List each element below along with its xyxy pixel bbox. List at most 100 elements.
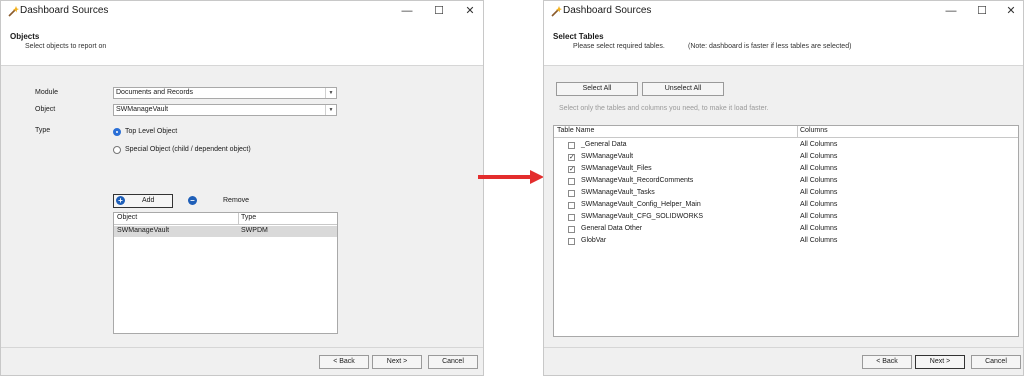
columns-cell: All Columns: [800, 201, 838, 208]
wizard-wand-icon: [8, 6, 19, 17]
window-title: Dashboard Sources: [563, 5, 652, 16]
row-checkbox[interactable]: [568, 226, 575, 233]
object-select[interactable]: SWManageVault ▼: [113, 104, 337, 116]
minus-icon[interactable]: –: [188, 196, 197, 205]
column-header-table-name[interactable]: Table Name: [557, 127, 594, 134]
next-button[interactable]: Next >: [372, 355, 422, 369]
table-row[interactable]: SWManageVault_CFG_SOLIDWORKS All Columns: [554, 212, 1018, 223]
row-checkbox-checked[interactable]: ✓: [568, 154, 575, 161]
page-title: Objects: [10, 32, 40, 41]
column-header-object[interactable]: Object: [117, 214, 137, 221]
tables-grid[interactable]: Table Name Columns _General Data All Col…: [553, 125, 1019, 337]
columns-cell: All Columns: [800, 153, 838, 160]
chevron-down-icon[interactable]: ▼: [325, 105, 336, 115]
table-row[interactable]: ✓ SWManageVault All Columns: [554, 152, 1018, 163]
page-title: Select Tables: [553, 32, 604, 41]
page-note: (Note: dashboard is faster if less table…: [688, 43, 852, 50]
columns-cell: All Columns: [800, 225, 838, 232]
table-row[interactable]: _General Data All Columns: [554, 140, 1018, 151]
table-row[interactable]: ✓ SWManageVault_Files All Columns: [554, 164, 1018, 175]
unselect-all-button[interactable]: Unselect All: [642, 82, 724, 96]
object-label: Object: [35, 106, 56, 113]
arrow-right-icon: [478, 170, 544, 184]
row-checkbox[interactable]: [568, 142, 575, 149]
add-button-label: Add: [142, 197, 155, 204]
wizard-header: Select Tables Please select required tab…: [544, 21, 1023, 66]
remove-button[interactable]: Remove: [223, 197, 249, 204]
columns-cell: All Columns: [800, 189, 838, 196]
page-subtitle: Please select required tables.: [573, 43, 665, 50]
cancel-button[interactable]: Cancel: [428, 355, 478, 369]
columns-cell: All Columns: [800, 213, 838, 220]
row-checkbox[interactable]: [568, 214, 575, 221]
column-divider: [238, 213, 239, 224]
grid-header: Table Name Columns: [554, 126, 1018, 138]
chevron-down-icon[interactable]: ▼: [325, 88, 336, 98]
dashboard-sources-window-objects: Dashboard Sources — ☐ ✕ Objects Select o…: [0, 0, 484, 376]
columns-cell: All Columns: [800, 165, 838, 172]
objects-grid[interactable]: Object Type SWManageVault SWPDM: [113, 212, 338, 334]
page-subtitle: Select objects to report on: [25, 43, 107, 50]
back-button[interactable]: < Back: [862, 355, 912, 369]
back-button[interactable]: < Back: [319, 355, 369, 369]
table-name-cell: SWManageVault_Files: [581, 165, 652, 172]
table-name-cell: SWManageVault_RecordComments: [581, 177, 694, 184]
object-value: SWManageVault: [116, 106, 169, 113]
column-header-type[interactable]: Type: [241, 214, 256, 221]
radio-top-level[interactable]: [113, 128, 121, 136]
object-cell: SWManageVault: [117, 227, 170, 234]
cancel-button[interactable]: Cancel: [971, 355, 1021, 369]
table-name-cell: SWManageVault: [581, 153, 634, 160]
title-bar: Dashboard Sources — ☐ ✕: [544, 1, 1023, 21]
grid-header: Object Type: [114, 213, 337, 225]
dashboard-sources-window-tables: Dashboard Sources — ☐ ✕ Select Tables Pl…: [543, 0, 1024, 376]
maximize-button[interactable]: ☐: [974, 3, 990, 19]
type-label: Type: [35, 127, 51, 134]
table-row[interactable]: General Data Other All Columns: [554, 224, 1018, 235]
table-row[interactable]: SWManageVault_Tasks All Columns: [554, 188, 1018, 199]
table-name-cell: General Data Other: [581, 225, 643, 232]
radio-special-object[interactable]: [113, 146, 121, 154]
radio-top-level-label: Top Level Object: [125, 128, 178, 135]
next-button[interactable]: Next >: [915, 355, 965, 369]
module-value: Documents and Records: [116, 89, 194, 96]
table-row[interactable]: GlobVar All Columns: [554, 236, 1018, 247]
table-name-cell: _General Data: [581, 141, 627, 148]
table-row[interactable]: SWManageVault SWPDM: [114, 226, 337, 237]
radio-special-object-label: Special Object (child / dependent object…: [125, 146, 251, 153]
select-all-button[interactable]: Select All: [556, 82, 638, 96]
row-checkbox[interactable]: [568, 178, 575, 185]
wizard-wand-icon: [551, 6, 562, 17]
table-row[interactable]: SWManageVault_Config_Helper_Main All Col…: [554, 200, 1018, 211]
table-name-cell: SWManageVault_CFG_SOLIDWORKS: [581, 213, 704, 220]
column-header-columns[interactable]: Columns: [800, 127, 828, 134]
table-row[interactable]: SWManageVault_RecordComments All Columns: [554, 176, 1018, 187]
row-checkbox[interactable]: [568, 202, 575, 209]
column-divider: [797, 126, 798, 137]
row-checkbox[interactable]: [568, 190, 575, 197]
footer-divider: [544, 347, 1023, 348]
row-checkbox[interactable]: [568, 238, 575, 245]
footer-divider: [1, 347, 483, 348]
title-bar: Dashboard Sources — ☐ ✕: [1, 1, 483, 21]
plus-icon: +: [116, 196, 125, 205]
module-label: Module: [35, 89, 58, 96]
columns-cell: All Columns: [800, 237, 838, 244]
columns-cell: All Columns: [800, 141, 838, 148]
table-name-cell: GlobVar: [581, 237, 607, 244]
table-name-cell: SWManageVault_Tasks: [581, 189, 655, 196]
close-button[interactable]: ✕: [462, 3, 478, 19]
hint-text: Select only the tables and columns you n…: [559, 105, 769, 112]
columns-cell: All Columns: [800, 177, 838, 184]
window-title: Dashboard Sources: [20, 5, 109, 16]
type-cell: SWPDM: [241, 227, 268, 234]
wizard-header: Objects Select objects to report on: [1, 21, 483, 66]
minimize-button[interactable]: —: [399, 3, 415, 19]
module-select[interactable]: Documents and Records ▼: [113, 87, 337, 99]
minimize-button[interactable]: —: [943, 3, 959, 19]
add-button[interactable]: + Add: [113, 194, 173, 208]
close-button[interactable]: ✕: [1003, 3, 1019, 19]
row-checkbox-checked[interactable]: ✓: [568, 166, 575, 173]
maximize-button[interactable]: ☐: [431, 3, 447, 19]
table-name-cell: SWManageVault_Config_Helper_Main: [581, 201, 701, 208]
